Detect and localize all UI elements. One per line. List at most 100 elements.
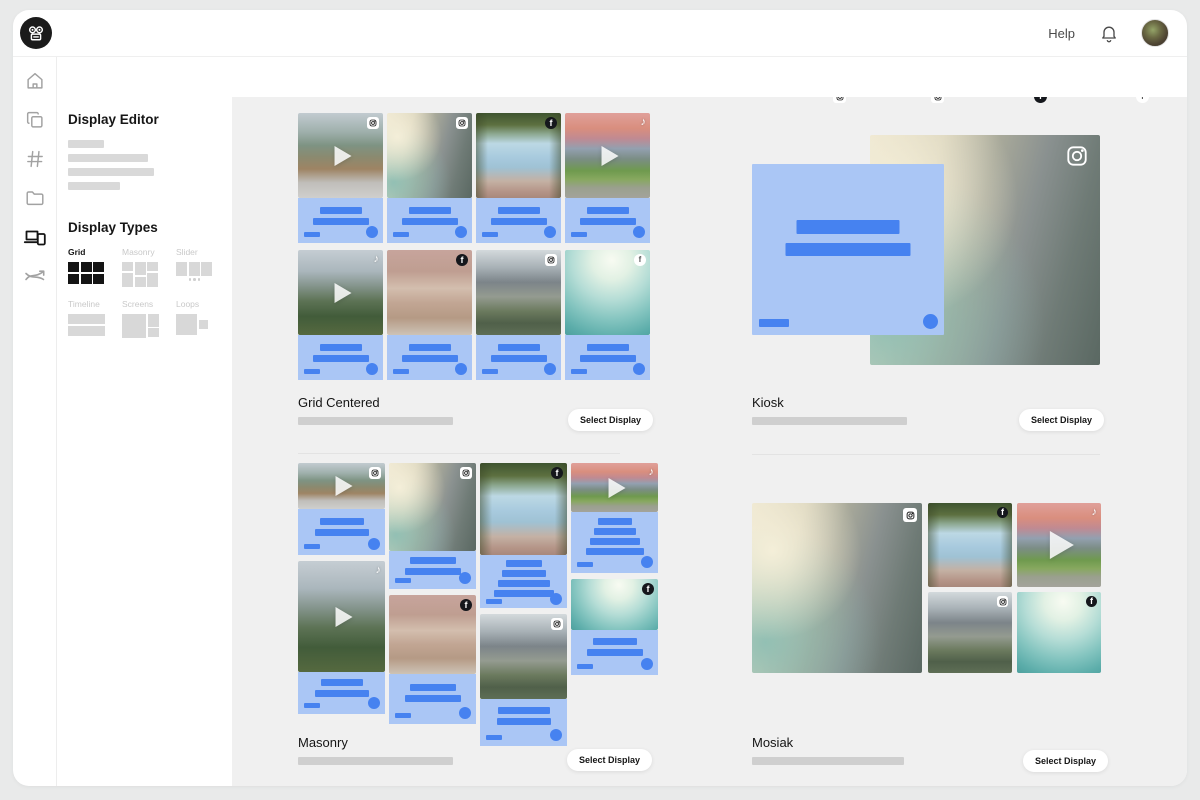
play-icon	[1050, 531, 1074, 559]
boards-icon	[24, 109, 46, 131]
post-text-skeleton	[480, 555, 567, 608]
nav-displays-active[interactable]	[21, 223, 49, 251]
slider-type-icon	[176, 262, 228, 281]
post-image-lake-boat: f	[476, 113, 561, 198]
instagram-icon	[456, 117, 468, 129]
post-image-rocky-peak	[928, 592, 1012, 673]
post-text-skeleton	[298, 198, 383, 243]
facebook-icon: f	[460, 599, 472, 611]
help-link[interactable]: Help	[1048, 26, 1075, 41]
mosiak-preview[interactable]	[752, 503, 922, 673]
post-text-skeleton	[476, 198, 561, 243]
select-display-button-mosiak[interactable]: Select Display	[1023, 750, 1108, 772]
instagram-icon	[833, 97, 846, 103]
post-text-skeleton	[571, 630, 658, 675]
post-text-skeleton	[476, 335, 561, 380]
grid-centered-preview[interactable]: f ♪	[298, 113, 650, 380]
display-editor-panel: Display Editor Display Types Grid	[57, 97, 232, 786]
type-masonry[interactable]: Masonry	[122, 247, 174, 287]
brand-logo[interactable]	[20, 17, 52, 49]
home-icon	[24, 70, 46, 92]
preview-subtitle-skeleton	[752, 757, 904, 765]
skeleton-line	[68, 168, 154, 176]
post-image-cliff-road	[389, 463, 476, 551]
select-display-button-masonry[interactable]: Select Display	[567, 749, 652, 771]
instagram-icon	[551, 618, 563, 630]
post-text-skeleton	[298, 335, 383, 380]
select-display-button-kiosk[interactable]: Select Display	[1019, 409, 1104, 431]
instagram-icon	[1066, 145, 1088, 167]
post-image-valley: ♪	[298, 561, 385, 672]
instagram-icon	[369, 467, 381, 479]
preview-title-masonry: Masonry	[298, 735, 348, 750]
post-text-skeleton	[565, 335, 650, 380]
tiktok-icon: ♪	[641, 117, 647, 128]
facebook-icon: f	[1034, 97, 1047, 103]
select-display-button-grid-centered[interactable]: Select Display	[568, 409, 653, 431]
display-types-grid: Grid Masonry	[68, 247, 222, 338]
hashtag-icon	[24, 148, 46, 170]
post-text-skeleton	[389, 551, 476, 589]
display-types-title: Display Types	[68, 220, 222, 235]
post-card	[480, 614, 567, 746]
section-divider	[752, 454, 1100, 455]
masonry-preview[interactable]: ♪	[298, 463, 658, 746]
play-icon	[608, 478, 625, 498]
type-grid[interactable]: Grid	[68, 247, 120, 287]
tiktok-icon: ♪	[649, 467, 655, 478]
facebook-icon: f	[551, 467, 563, 479]
instagram-icon	[997, 596, 1008, 607]
display-previews-area: f f	[232, 97, 1187, 786]
post-image-teal-lake: f	[571, 579, 658, 630]
top-bar: Help	[13, 10, 1187, 57]
type-loops[interactable]: Loops	[176, 299, 228, 338]
analytics-icon	[23, 264, 47, 288]
preview-subtitle-skeleton	[752, 417, 907, 425]
type-slider[interactable]: Slider	[176, 247, 228, 287]
nav-analytics[interactable]	[21, 262, 49, 290]
post-image-rocky-peak	[480, 614, 567, 699]
type-timeline[interactable]: Timeline	[68, 299, 120, 338]
timeline-type-icon	[68, 314, 120, 336]
post-text-skeleton	[298, 509, 385, 555]
post-card	[476, 250, 561, 380]
post-text-skeleton	[571, 512, 658, 573]
facebook-icon: f	[997, 507, 1008, 518]
clipped-card-badge	[833, 97, 846, 103]
facebook-icon: f	[642, 583, 654, 595]
post-card: ♪	[571, 463, 658, 573]
facebook-icon: f	[545, 117, 557, 129]
tiktok-icon: ♪	[374, 254, 380, 265]
post-text-skeleton	[298, 672, 385, 714]
post-card: f	[476, 113, 561, 243]
post-image-red-mountains: ♪	[1017, 503, 1101, 587]
user-avatar[interactable]	[1141, 19, 1169, 47]
instagram-icon	[545, 254, 557, 266]
nav-folders[interactable]	[21, 184, 49, 212]
notifications-button[interactable]	[1099, 23, 1119, 43]
preview-title-grid-centered: Grid Centered	[298, 395, 380, 410]
skeleton-line	[68, 140, 104, 148]
post-image-teal-lake: f	[1017, 592, 1101, 673]
post-image-cows	[298, 463, 385, 509]
clipped-card-badge: f	[1034, 97, 1047, 103]
post-text-skeleton	[387, 198, 472, 243]
nav-home[interactable]	[21, 67, 49, 95]
tiktok-icon: ♪	[376, 565, 382, 576]
instagram-icon	[460, 467, 472, 479]
type-screens[interactable]: Screens	[122, 299, 174, 338]
preview-subtitle-skeleton	[298, 757, 453, 765]
post-card: ♪	[298, 561, 385, 714]
post-image-goat: f	[387, 250, 472, 335]
preview-title-mosiak: Mosiak	[752, 735, 793, 750]
kiosk-text-skeleton	[752, 164, 944, 335]
post-text-skeleton	[565, 198, 650, 243]
facebook-icon: f	[634, 254, 646, 266]
nav-boards[interactable]	[21, 106, 49, 134]
post-card: ♪	[565, 113, 650, 243]
post-text-skeleton	[387, 335, 472, 380]
post-card: f	[571, 579, 658, 675]
nav-hashtag[interactable]	[21, 145, 49, 173]
screens-type-icon	[122, 314, 174, 338]
post-card: f	[389, 595, 476, 724]
